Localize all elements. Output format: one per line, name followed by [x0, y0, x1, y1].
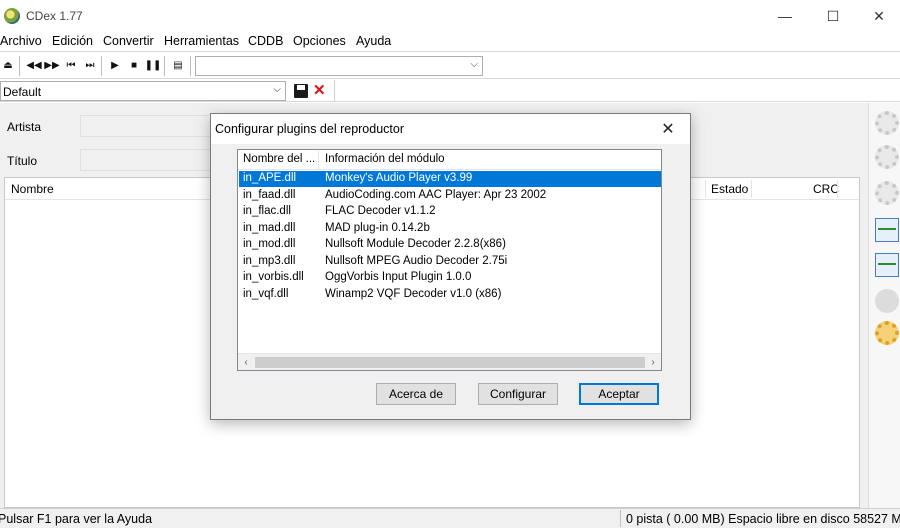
plugin-list-header: Nombre del ... Información del módulo	[238, 150, 661, 170]
record-icon[interactable]	[875, 289, 899, 313]
plugin-row[interactable]: in_vorbis.dll OggVorbis Input Plugin 1.0…	[239, 270, 661, 286]
column-header-name[interactable]: Nombre	[11, 182, 54, 196]
plugin-config-dialog: Configurar plugins del reproductor ✕ Nom…	[210, 113, 691, 420]
column-separator	[705, 180, 706, 198]
pause-icon[interactable]: ❚❚	[145, 57, 162, 73]
column-header-module-info[interactable]: Información del módulo	[325, 153, 445, 165]
menu-bar: Archivo Edición Convertir Herramientas C…	[0, 32, 900, 52]
dialog-close-button[interactable]: ✕	[654, 117, 682, 141]
plugin-name: in_vqf.dll	[243, 287, 289, 300]
profile-bar: Default ⌵	[0, 80, 900, 102]
gear-icon[interactable]	[875, 181, 899, 205]
scrollbar-thumb[interactable]	[255, 357, 645, 368]
plugin-name: in_APE.dll	[243, 172, 297, 184]
toolbar-separator	[190, 56, 191, 76]
plugin-row[interactable]: in_vqf.dll Winamp2 VQF Decoder v1.0 (x86…	[239, 287, 661, 303]
menu-herramientas[interactable]: Herramientas	[164, 34, 239, 48]
plugin-info: Nullsoft MPEG Audio Decoder 2.75i	[325, 254, 508, 267]
stop-icon[interactable]: ■	[126, 57, 142, 73]
artist-label: Artista	[7, 120, 42, 134]
toolbar: ⏏ ◀◀ ▶▶ ⏮ ⏭ ▶ ■ ❚❚ ▤ ⌵	[0, 53, 900, 79]
window-title: CDex 1.77	[26, 9, 83, 23]
skip-forward-icon[interactable]: ⏭	[82, 57, 98, 73]
plugin-info: Nullsoft Module Decoder 2.2.8(x86)	[325, 238, 506, 250]
toolbar-separator	[334, 80, 335, 102]
plugin-name: in_flac.dll	[243, 205, 291, 217]
profile-select[interactable]: Default ⌵	[0, 81, 286, 101]
toolbar-separator	[101, 56, 102, 76]
dialog-title: Configurar plugins del reproductor	[215, 122, 404, 136]
cd-info-icon[interactable]: ▤	[170, 57, 186, 73]
plugin-name: in_mod.dll	[243, 238, 296, 250]
plugin-info: Winamp2 VQF Decoder v1.0 (x86)	[325, 287, 502, 300]
waveform-icon[interactable]	[875, 253, 899, 277]
plugin-name: in_mad.dll	[243, 221, 296, 234]
chevron-down-icon: ⌵	[470, 59, 478, 70]
column-header-crc[interactable]: CRC	[813, 182, 839, 196]
plugin-row[interactable]: in_mad.dll MAD plug-in 0.14.2b	[239, 221, 661, 237]
scroll-left-icon[interactable]: ‹	[238, 355, 254, 370]
accept-button[interactable]: Aceptar	[579, 383, 659, 405]
column-header-status[interactable]: Estado	[711, 182, 748, 196]
dialog-title-bar: Configurar plugins del reproductor ✕	[211, 114, 690, 144]
configure-button[interactable]: Configurar	[478, 383, 558, 405]
close-button[interactable]: ✕	[856, 0, 900, 32]
plugin-info: Monkey's Audio Player v3.99	[325, 172, 473, 184]
previous-track-icon[interactable]: ◀◀	[26, 57, 42, 73]
maximize-button[interactable]: ☐	[810, 0, 856, 32]
gear-icon[interactable]	[875, 145, 899, 169]
plugin-row[interactable]: in_faad.dll AudioCoding.com AAC Player: …	[239, 188, 661, 204]
column-separator	[837, 180, 838, 198]
plugin-row[interactable]: in_flac.dll FLAC Decoder v1.1.2	[239, 204, 661, 220]
side-toolbar	[868, 103, 900, 508]
plugin-list[interactable]: Nombre del ... Información del módulo in…	[237, 149, 662, 371]
plugin-info: OggVorbis Input Plugin 1.0.0	[325, 271, 472, 283]
toolbar-separator	[19, 56, 20, 76]
plugin-name: in_faad.dll	[243, 188, 296, 201]
menu-convertir[interactable]: Convertir	[103, 34, 154, 48]
about-button[interactable]: Acerca de	[376, 383, 456, 405]
settings-gear-icon[interactable]	[875, 321, 899, 345]
save-profile-icon[interactable]	[294, 84, 308, 98]
waveform-icon[interactable]	[875, 218, 899, 242]
plugin-row[interactable]: in_mod.dll Nullsoft Module Decoder 2.2.8…	[239, 237, 661, 253]
column-separator	[751, 180, 752, 198]
chevron-down-icon: ⌵	[273, 84, 281, 95]
plugin-info: MAD plug-in 0.14.2b	[325, 221, 430, 234]
skip-back-icon[interactable]: ⏮	[63, 57, 79, 73]
column-header-module-name[interactable]: Nombre del ...	[243, 153, 315, 165]
menu-edicion[interactable]: Edición	[52, 34, 93, 48]
horizontal-scrollbar[interactable]: ‹ ›	[238, 353, 661, 370]
delete-profile-icon[interactable]: ✕	[313, 81, 326, 99]
play-icon[interactable]: ▶	[107, 57, 123, 73]
cdex-app-icon[interactable]	[4, 8, 20, 24]
track-select[interactable]: ⌵	[195, 56, 483, 76]
plugin-name: in_vorbis.dll	[243, 271, 304, 283]
eject-icon[interactable]: ⏏	[0, 57, 16, 73]
menu-archivo[interactable]: Archivo	[0, 34, 42, 48]
scroll-right-icon[interactable]: ›	[645, 355, 661, 370]
artist-field[interactable]	[80, 115, 215, 137]
title-label: Título	[7, 154, 38, 168]
status-help-text: Pulsar F1 para ver la Ayuda	[0, 512, 153, 526]
status-disk-info: 0 pista ( 0.00 MB) Espacio libre en disc…	[626, 512, 900, 526]
plugin-info: FLAC Decoder v1.1.2	[325, 205, 436, 217]
minimize-button[interactable]: —	[762, 0, 808, 32]
rewind-icon[interactable]: ▶▶	[44, 57, 60, 73]
menu-opciones[interactable]: Opciones	[293, 34, 346, 48]
title-field[interactable]	[80, 149, 215, 171]
plugin-row[interactable]: in_mp3.dll Nullsoft MPEG Audio Decoder 2…	[239, 254, 661, 270]
column-separator[interactable]	[318, 151, 319, 169]
plugin-info: AudioCoding.com AAC Player: Apr 23 2002	[325, 188, 547, 201]
gear-icon[interactable]	[875, 111, 899, 135]
menu-ayuda[interactable]: Ayuda	[356, 34, 391, 48]
profile-select-value: Default	[3, 85, 42, 99]
plugin-row[interactable]: in_APE.dll Monkey's Audio Player v3.99	[239, 171, 661, 187]
menu-cddb[interactable]: CDDB	[248, 34, 283, 48]
toolbar-separator	[164, 56, 165, 76]
status-separator	[620, 510, 621, 527]
plugin-name: in_mp3.dll	[243, 254, 296, 267]
